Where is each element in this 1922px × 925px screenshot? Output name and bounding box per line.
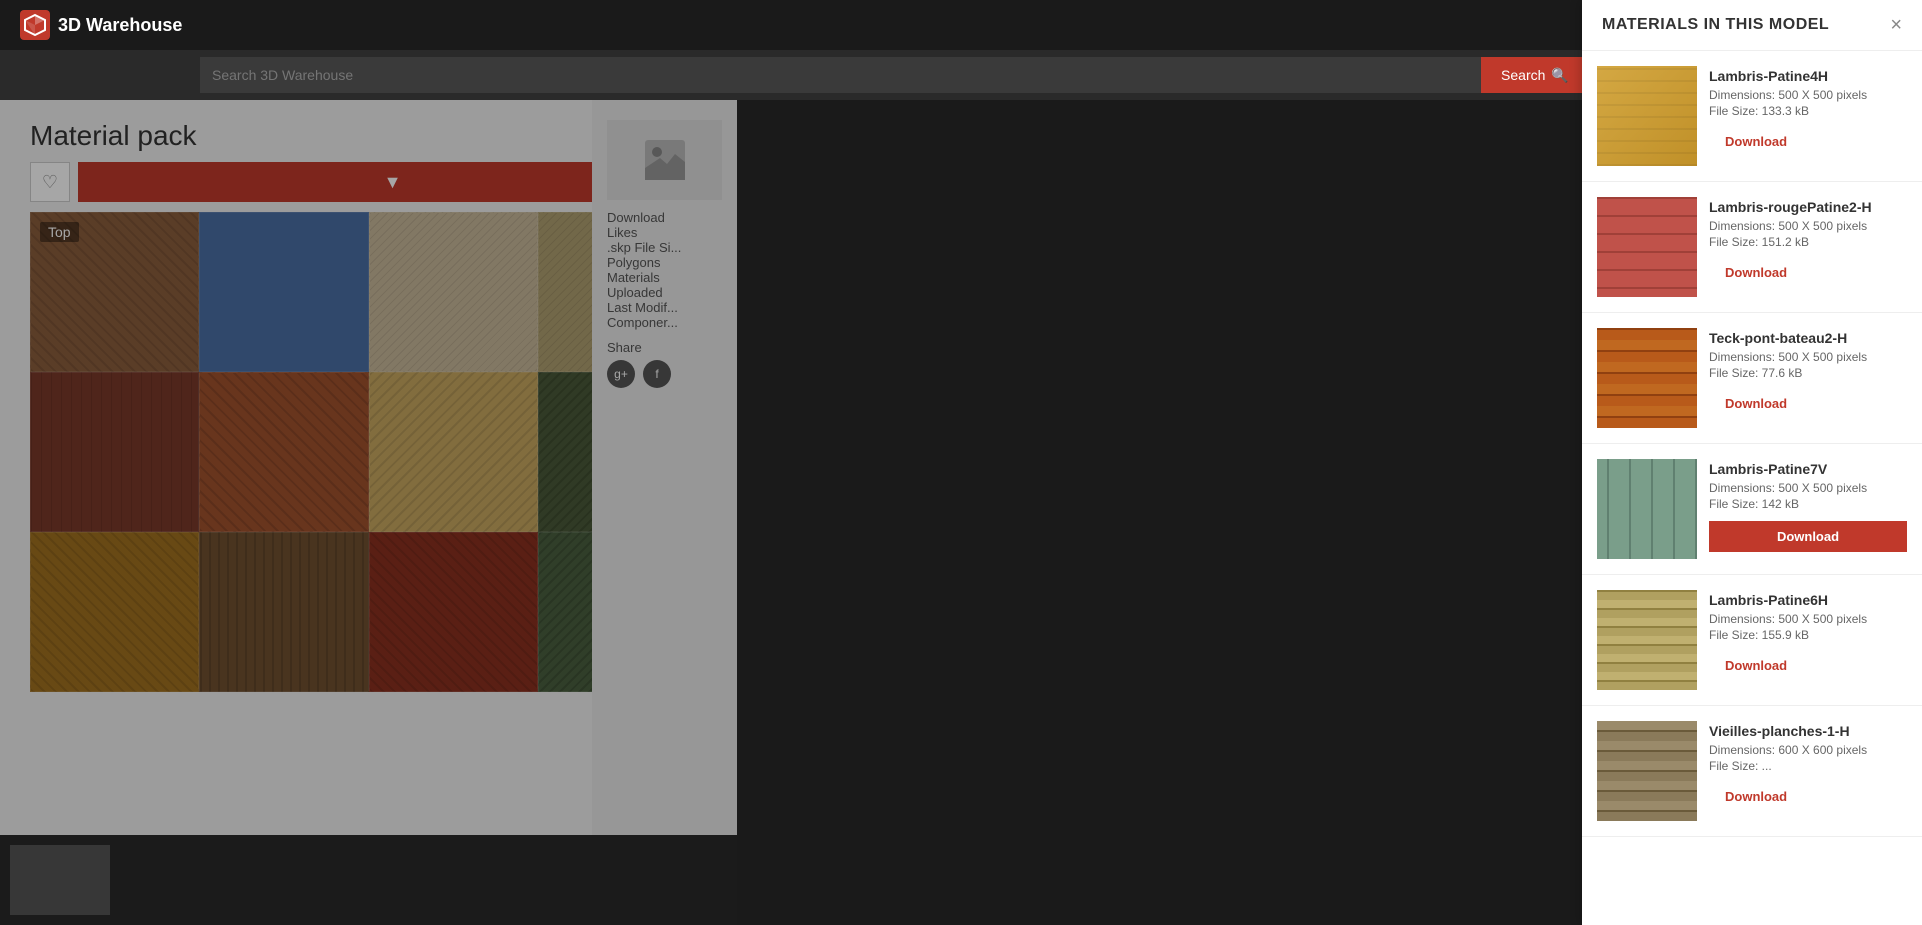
- material-thumb-3: [1597, 459, 1697, 559]
- stat-polygons-label: Polygons: [607, 255, 660, 270]
- close-button[interactable]: ×: [1890, 15, 1902, 35]
- search-button-label: Search: [1501, 67, 1545, 83]
- material-dims-1: Dimensions: 500 X 500 pixels: [1709, 219, 1907, 233]
- sidebar-info: Download Likes .skp File Si... Polygons …: [592, 100, 737, 925]
- facebook-share-icon[interactable]: f: [643, 360, 671, 388]
- material-name-2: Teck-pont-bateau2-H: [1709, 330, 1907, 346]
- material-name-4: Lambris-Patine6H: [1709, 592, 1907, 608]
- material-size-5: File Size: ...: [1709, 759, 1907, 773]
- material-dims-0: Dimensions: 500 X 500 pixels: [1709, 88, 1907, 102]
- material-thumb-1: [1597, 197, 1697, 297]
- material-size-1: File Size: 151.2 kB: [1709, 235, 1907, 249]
- like-button[interactable]: ♡: [30, 162, 70, 202]
- download-button-2[interactable]: Download: [1709, 390, 1803, 417]
- stat-uploaded: Uploaded: [607, 285, 722, 300]
- material-item-3: Lambris-Patine7V Dimensions: 500 X 500 p…: [1582, 444, 1922, 575]
- stat-download: Download: [607, 210, 722, 225]
- stat-likes: Likes: [607, 225, 722, 240]
- thumbnail-0[interactable]: [10, 845, 110, 915]
- swatch-2-1: [199, 532, 368, 692]
- material-size-0: File Size: 133.3 kB: [1709, 104, 1907, 118]
- logo: 3D Warehouse: [20, 10, 182, 40]
- stat-likes-label: Likes: [607, 225, 637, 240]
- logo-text: 3D Warehouse: [58, 15, 182, 36]
- share-icons: g+ f: [607, 360, 722, 388]
- swatch-2-0: [30, 532, 199, 692]
- material-info-0: Lambris-Patine4H Dimensions: 500 X 500 p…: [1709, 66, 1907, 155]
- material-name-1: Lambris-rougePatine2-H: [1709, 199, 1907, 215]
- stat-materials-label: Materials: [607, 270, 660, 285]
- download-button-5[interactable]: Download: [1709, 783, 1803, 810]
- material-dims-2: Dimensions: 500 X 500 pixels: [1709, 350, 1907, 364]
- materials-header: MATERIALS IN THIS MODEL ×: [1582, 0, 1922, 51]
- download-button-1[interactable]: Download: [1709, 259, 1803, 286]
- stat-components-label: Componer...: [607, 315, 678, 330]
- image-icon: [645, 140, 685, 180]
- material-info-4: Lambris-Patine6H Dimensions: 500 X 500 p…: [1709, 590, 1907, 679]
- stat-polygons: Polygons: [607, 255, 722, 270]
- sidebar-preview-icon: [607, 120, 722, 200]
- material-item-1: Lambris-rougePatine2-H Dimensions: 500 X…: [1582, 182, 1922, 313]
- logo-icon: [20, 10, 50, 40]
- material-dims-4: Dimensions: 500 X 500 pixels: [1709, 612, 1907, 626]
- search-button[interactable]: Search 🔍: [1481, 57, 1589, 93]
- material-item-0: Lambris-Patine4H Dimensions: 500 X 500 p…: [1582, 51, 1922, 182]
- material-name-5: Vieilles-planches-1-H: [1709, 723, 1907, 739]
- material-size-4: File Size: 155.9 kB: [1709, 628, 1907, 642]
- material-info-2: Teck-pont-bateau2-H Dimensions: 500 X 50…: [1709, 328, 1907, 417]
- search-input[interactable]: [200, 57, 1481, 93]
- material-size-3: File Size: 142 kB: [1709, 497, 1907, 511]
- swatch-2-2: [369, 532, 538, 692]
- material-dims-3: Dimensions: 500 X 500 pixels: [1709, 481, 1907, 495]
- share-label: Share: [607, 340, 642, 355]
- material-thumb-2: [1597, 328, 1697, 428]
- download-button-0[interactable]: Download: [1709, 128, 1803, 155]
- material-info-1: Lambris-rougePatine2-H Dimensions: 500 X…: [1709, 197, 1907, 286]
- material-thumb-4: [1597, 590, 1697, 690]
- stat-uploaded-label: Uploaded: [607, 285, 663, 300]
- google-plus-share-icon[interactable]: g+: [607, 360, 635, 388]
- swatch-0-2: [369, 212, 538, 372]
- stat-materials: Materials: [607, 270, 722, 285]
- material-name-3: Lambris-Patine7V: [1709, 461, 1907, 477]
- stat-download-label: Download: [607, 210, 665, 225]
- swatch-1-1: [199, 372, 368, 532]
- stat-skp: .skp File Si...: [607, 240, 722, 255]
- material-size-2: File Size: 77.6 kB: [1709, 366, 1907, 380]
- download-button-4[interactable]: Download: [1709, 652, 1803, 679]
- stat-components: Componer...: [607, 315, 722, 330]
- material-info-3: Lambris-Patine7V Dimensions: 500 X 500 p…: [1709, 459, 1907, 552]
- material-name-0: Lambris-Patine4H: [1709, 68, 1907, 84]
- stat-modified: Last Modif...: [607, 300, 722, 315]
- material-info-5: Vieilles-planches-1-H Dimensions: 600 X …: [1709, 721, 1907, 810]
- stat-skp-label: .skp File Si...: [607, 240, 681, 255]
- download-button-3[interactable]: Download: [1709, 521, 1907, 552]
- materials-panel: MATERIALS IN THIS MODEL × Lambris-Patine…: [1582, 0, 1922, 925]
- material-thumb-5: [1597, 721, 1697, 821]
- material-item-2: Teck-pont-bateau2-H Dimensions: 500 X 50…: [1582, 313, 1922, 444]
- stat-modified-label: Last Modif...: [607, 300, 678, 315]
- swatch-0-1: [199, 212, 368, 372]
- share-section: Share g+ f: [607, 340, 722, 388]
- materials-title: MATERIALS IN THIS MODEL: [1602, 16, 1829, 34]
- swatch-1-0: [30, 372, 199, 532]
- material-thumb-0: [1597, 66, 1697, 166]
- materials-scroll[interactable]: Lambris-Patine4H Dimensions: 500 X 500 p…: [1582, 51, 1922, 925]
- thumbnail-row: [0, 835, 737, 925]
- material-dims-5: Dimensions: 600 X 600 pixels: [1709, 743, 1907, 757]
- material-item-5: Vieilles-planches-1-H Dimensions: 600 X …: [1582, 706, 1922, 837]
- material-item-4: Lambris-Patine6H Dimensions: 500 X 500 p…: [1582, 575, 1922, 706]
- search-icon: 🔍: [1551, 67, 1568, 84]
- swatch-1-2: [369, 372, 538, 532]
- view-label: Top: [40, 222, 79, 242]
